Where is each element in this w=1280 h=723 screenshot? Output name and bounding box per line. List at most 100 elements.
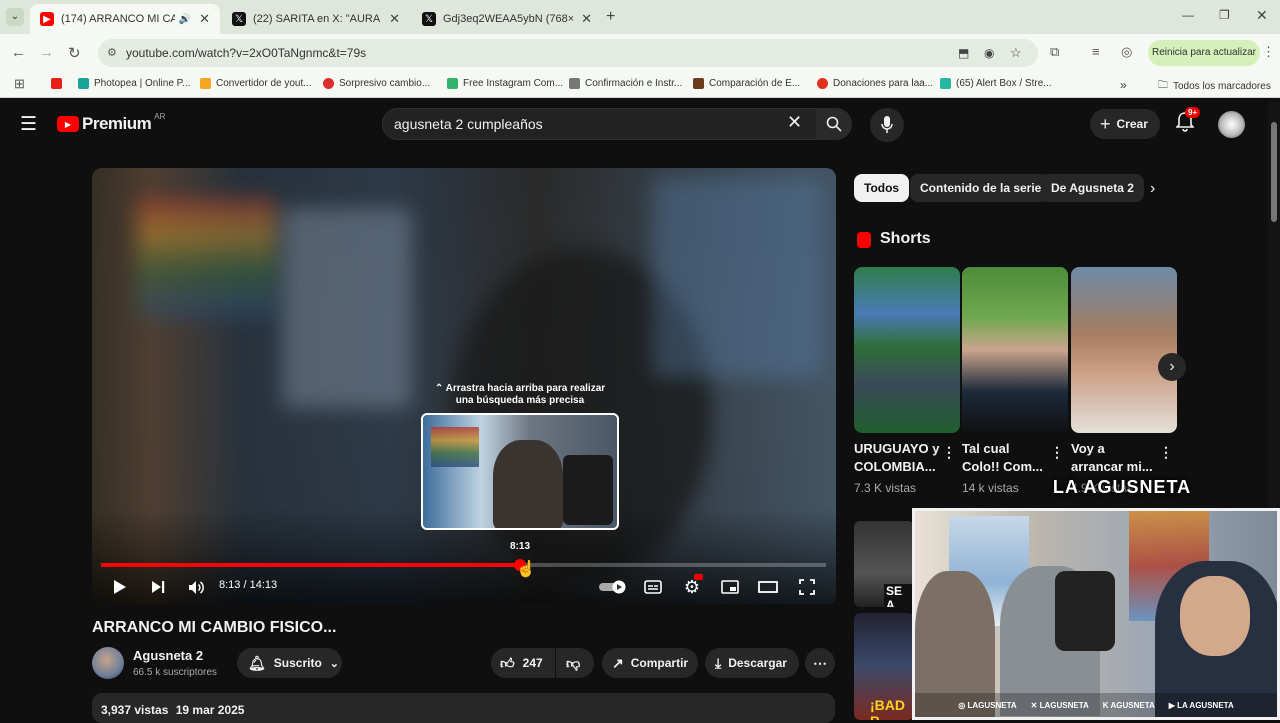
subtitles-button[interactable] (642, 576, 664, 598)
x-icon: 𝕏 (232, 12, 246, 26)
notifications-button[interactable]: 9+ (1175, 107, 1201, 137)
like-button[interactable]: 👍︎ 247 (491, 648, 555, 678)
browser-menu-icon[interactable]: ⋮ (1262, 44, 1275, 60)
theater-mode-button[interactable] (757, 576, 779, 598)
logo-text: Premium (82, 114, 152, 133)
chip-todos[interactable]: Todos (854, 174, 910, 202)
short-more-icon[interactable]: ⋮ (1050, 444, 1064, 461)
hamburger-menu-icon[interactable]: ☰ (20, 113, 37, 136)
scrollbar-thumb[interactable] (1271, 122, 1277, 222)
bookmark-convertidor[interactable]: Convertidor de yout... (200, 78, 312, 89)
short-title[interactable]: Voy a arrancar mi... (1071, 440, 1157, 476)
progress-bar[interactable] (101, 559, 826, 571)
volume-button[interactable] (185, 576, 207, 598)
sorpresivo-icon (323, 78, 334, 89)
bookmark-donaciones[interactable]: Donaciones para laa... (817, 78, 933, 89)
short-thumbnail[interactable] (854, 267, 960, 433)
restart-to-update-button[interactable]: Reinicia para actualizar (1148, 40, 1260, 66)
close-tab-icon[interactable]: ✕ (199, 11, 210, 27)
speaker-icon: 🔊 (178, 13, 192, 25)
tab-search-dropdown[interactable]: ⌄ (6, 8, 24, 26)
back-arrow-icon[interactable]: ← (11, 44, 26, 61)
download-button[interactable]: ⤓ Descargar (705, 648, 799, 678)
chip-serie[interactable]: Contenido de la serie (910, 174, 1052, 202)
short-more-icon[interactable]: ⋮ (942, 444, 956, 461)
youtube-logo[interactable]: ▶ Premium AR (57, 112, 165, 134)
dislike-button[interactable]: 👎︎ (556, 648, 594, 678)
new-tab-button[interactable]: + (606, 8, 615, 26)
video-thumbnail[interactable]: ¡BAD B (854, 613, 914, 720)
settings-button[interactable]: ⚙ (681, 574, 703, 598)
kick-handle: K AGUSNETA (1102, 700, 1155, 710)
browser-tab-youtube[interactable]: ▶ (174) ARRANCO MI CAMBIO 🔊 ✕ (30, 4, 220, 34)
browser-tab-x[interactable]: 𝕏 (22) SARITA en X: "AURA https: ✕ (222, 4, 410, 34)
create-button[interactable]: + Crear (1090, 109, 1160, 139)
bookmark-sorpresivo[interactable]: Sorpresivo cambio... (323, 78, 430, 89)
all-bookmarks-folder[interactable]: 🗀 Todos los marcadores (1158, 78, 1271, 95)
short-title[interactable]: Tal cual Colo!! Com... (962, 440, 1048, 476)
profile-icon[interactable]: ◎ (1121, 44, 1132, 60)
extensions-icon[interactable]: ⧉ (1050, 44, 1059, 60)
convertidor-icon (200, 78, 211, 89)
seek-preview-thumbnail (421, 413, 619, 530)
share-button[interactable]: ↗ Compartir (602, 648, 698, 678)
reload-icon[interactable]: ↻ (68, 44, 81, 62)
bell-icon: 🔔︎ (248, 654, 266, 671)
view-count: 3,937 vistas (101, 703, 169, 717)
more-bookmarks-icon[interactable]: » (1120, 78, 1127, 92)
channel-avatar[interactable] (92, 647, 124, 679)
hide-icon[interactable]: ◉ (984, 39, 994, 67)
media-icon[interactable]: ≡ (1092, 44, 1100, 59)
search-icon (826, 116, 842, 132)
preview-chair (563, 455, 613, 525)
subscribed-button[interactable]: 🔔︎ Suscrito ⌄ (237, 648, 342, 678)
description-box[interactable]: 3,937 vistas 19 mar 2025 (92, 693, 835, 723)
bookmark-youtube[interactable] (51, 78, 67, 89)
short-title[interactable]: URUGUAYO y COLOMBIA... (854, 440, 940, 476)
fullscreen-icon (799, 579, 815, 595)
search-button[interactable] (816, 108, 852, 140)
clear-search-icon[interactable]: ✕ (787, 112, 802, 133)
voice-search-button[interactable] (870, 108, 904, 142)
short-thumbnail[interactable] (962, 267, 1068, 433)
bookmark-alert-box[interactable]: (65) Alert Box / Stre... (940, 78, 1052, 89)
account-avatar[interactable] (1218, 111, 1245, 138)
apps-grid-icon[interactable]: ⊞ (14, 76, 25, 92)
bookmark-photopea[interactable]: Photopea | Online P... (78, 78, 190, 89)
close-tab-icon[interactable]: ✕ (581, 11, 592, 27)
search-input[interactable]: agusneta 2 cumpleaños (382, 108, 818, 140)
mouse-cursor-icon: ☝ (516, 561, 536, 578)
fullscreen-button[interactable] (796, 576, 818, 598)
url-field[interactable]: ⚙ youtube.com/watch?v=2xO0TaNgnmc&t=79s … (98, 39, 1038, 67)
chip-de-agusneta[interactable]: De Agusneta 2 (1041, 174, 1144, 202)
chips-next-icon[interactable]: › (1150, 180, 1155, 198)
hd-badge-icon (694, 574, 703, 580)
shorts-next-button[interactable]: › (1158, 353, 1186, 381)
forward-arrow-icon[interactable]: → (39, 44, 54, 61)
play-button[interactable] (109, 576, 131, 598)
next-button[interactable] (147, 576, 169, 598)
more-actions-button[interactable]: ⋯ (805, 648, 835, 678)
upload-date: 19 mar 2025 (175, 703, 245, 717)
short-thumbnail[interactable] (1071, 267, 1177, 433)
x-handle: ✕ LAGUSNETA (1030, 700, 1089, 710)
star-icon[interactable]: ☆ (1010, 39, 1022, 67)
minimize-button[interactable]: — (1182, 8, 1194, 22)
video-thumbnail[interactable]: SE A (854, 521, 914, 607)
maximize-button[interactable]: ❐ (1219, 8, 1230, 22)
thumbs-up-icon: 👍︎ (500, 654, 515, 671)
site-info-icon[interactable]: ⚙ (107, 39, 117, 67)
install-app-icon[interactable]: ⬒ (958, 39, 969, 67)
more-icon: ⋯ (813, 654, 827, 671)
bookmark-instagram[interactable]: Free Instagram Com... (447, 78, 563, 89)
bookmark-confirmacion[interactable]: Confirmación e Instr... (569, 78, 682, 89)
bookmark-comparacion[interactable]: Comparación de E... (693, 78, 800, 89)
browser-tab-image[interactable]: 𝕏 Gdj3eq2WEAA5ybN (768×1024) ✕ (412, 4, 602, 34)
autoplay-toggle[interactable] (598, 576, 628, 598)
close-window-button[interactable]: ✕ (1256, 7, 1268, 24)
preview-flag (431, 427, 479, 467)
close-tab-icon[interactable]: ✕ (389, 11, 400, 27)
miniplayer-button[interactable] (719, 576, 741, 598)
short-more-icon[interactable]: ⋮ (1159, 444, 1173, 461)
channel-name[interactable]: Agusneta 2 (133, 648, 203, 663)
